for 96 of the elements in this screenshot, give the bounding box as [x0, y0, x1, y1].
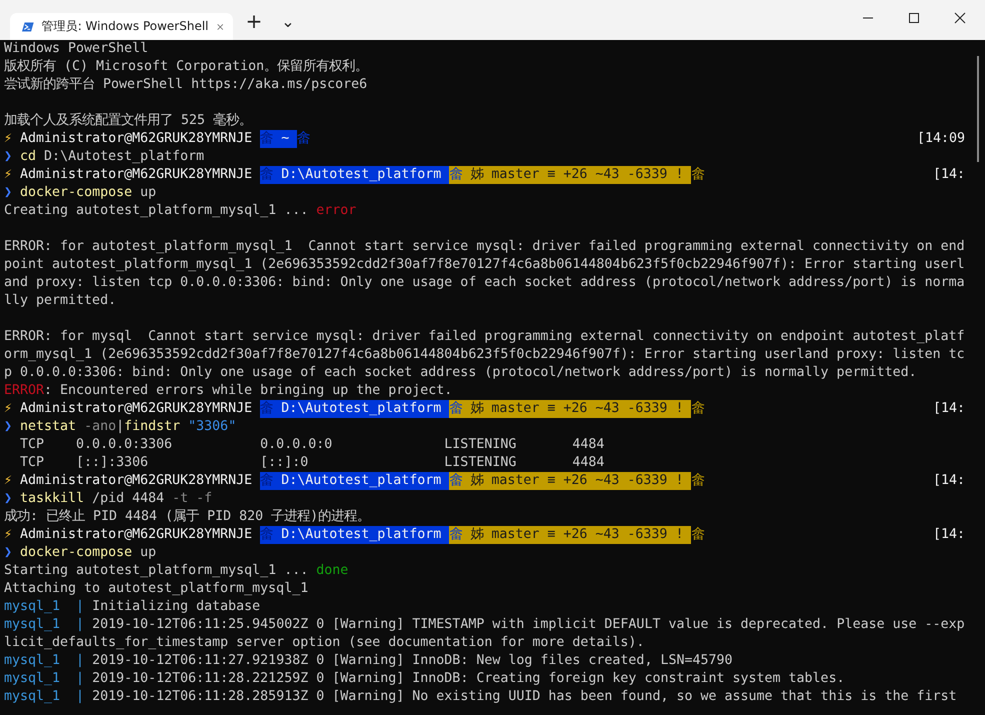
separator-glyph: 畲	[449, 526, 462, 544]
user-host-text: Administrator@M62GRUK28YMRNJE	[19, 166, 254, 184]
separator-glyph: 畲	[297, 130, 310, 148]
output-text: point autotest_platform_mysql_1 (2e696353592cdd2f30af7f8e70127f4c6a8b06144804b623f5f0cb22946f907f): Error starting userl	[4, 256, 965, 274]
command-text: taskkill	[19, 490, 84, 508]
status-text: done	[316, 562, 348, 580]
user-host-text: Administrator@M62GRUK28YMRNJE	[19, 130, 254, 148]
output-text: 加载个人及系统配置文件用了 525 毫秒。	[4, 112, 252, 130]
output-text: D:\Autotest_platform	[43, 148, 204, 166]
path-segment: D:\Autotest_platform	[273, 400, 450, 418]
output-text: licit_defaults_for_timestamp server option (see documentation for more details).	[4, 634, 644, 652]
separator-glyph: 畲	[449, 166, 462, 184]
git-segment: 姊 master ≡ +26 ~43 -6339 !	[462, 166, 692, 184]
separator-glyph: 畲	[260, 400, 274, 418]
separator-glyph: 畲	[691, 166, 704, 184]
path-segment: D:\Autotest_platform	[273, 526, 450, 544]
new-tab-button[interactable]: +	[237, 6, 271, 36]
argument-text: -ano	[83, 418, 116, 436]
separator-glyph: 畲	[260, 166, 274, 184]
service-label: mysql_1 |	[4, 616, 84, 634]
time-text: [14:09	[916, 130, 965, 148]
user-host-text: Administrator@M62GRUK28YMRNJE	[19, 400, 254, 418]
output-text: and proxy: listen tcp 0.0.0.0:3306: bind: Only one usage of each socket address (protocol/network address/port) is norma	[4, 274, 965, 292]
bolt-glyph: ⚡	[4, 166, 12, 184]
output-text: 尝试新的跨平台 PowerShell https://aka.ms/pscore6	[4, 76, 368, 94]
scrollbar-thumb[interactable]	[977, 56, 979, 162]
prompt-caret: ❯	[4, 490, 12, 508]
service-label: mysql_1 |	[4, 652, 84, 670]
output-text: 2019-10-12T06:11:28.221259Z 0 [Warning] InnoDB: Creating foreign key constraint system tables.	[91, 670, 845, 688]
prompt-caret: ❯	[4, 418, 12, 436]
command-text: findstr	[124, 418, 180, 436]
argument-text: -t -f	[171, 490, 212, 508]
output-text: /pid 4484	[91, 490, 164, 508]
output-text: ERROR: for mysql Cannot start service mysql: driver failed programming external connectivity on endpoint autotest_platf	[4, 328, 965, 346]
separator-glyph: 畲	[691, 526, 704, 544]
separator-glyph: 畲	[260, 130, 274, 148]
output-text: TCP [::]:3306 [::]:0 LISTENING 4484	[19, 454, 604, 472]
output-text: 成功: 已终止 PID 4484 (属于 PID 820 子进程)的进程。	[4, 508, 370, 526]
command-text: cd	[19, 148, 36, 166]
bolt-glyph: ⚡	[4, 400, 12, 418]
separator-glyph: 畲	[260, 526, 274, 544]
service-label: mysql_1 |	[4, 688, 84, 706]
output-text: 2019-10-12T06:11:27.921938Z 0 [Warning] InnoDB: New log files created, LSN=45790	[91, 652, 732, 670]
dropdown-button[interactable]: ⌄	[271, 6, 305, 36]
output-text: lly permitted.	[4, 292, 116, 310]
service-label: mysql_1 |	[4, 598, 84, 616]
window-tab[interactable]: 管理员: Windows PowerShell	[10, 13, 233, 40]
path-segment: D:\Autotest_platform	[273, 166, 450, 184]
command-text: netstat	[19, 418, 76, 436]
close-icon[interactable]	[954, 12, 966, 24]
bolt-glyph: ⚡	[4, 472, 12, 490]
string-text: "3306"	[187, 418, 236, 436]
output-text: 2019-10-12T06:11:25.945002Z 0 [Warning] TIMESTAMP with implicit DEFAULT value is deprecated. Please use --exp	[91, 616, 965, 634]
separator-glyph: 畲	[449, 400, 462, 418]
time-text: [14:	[932, 400, 965, 418]
output-text: Attaching to autotest_platform_mysql_1	[4, 580, 308, 598]
output-text: |	[116, 418, 124, 436]
output-text: 版权所有 (C) Microsoft Corporation。保留所有权利。	[4, 58, 368, 76]
output-text: Windows PowerShell	[4, 40, 148, 58]
terminal-icon	[22, 20, 34, 34]
separator-glyph: 畲	[691, 400, 704, 418]
output-text: : Encountered errors while bringing up the project.	[44, 382, 452, 400]
prompt-caret: ❯	[4, 544, 12, 562]
path-segment: ~	[273, 130, 298, 148]
output-text: orm_mysql_1 (2e696353592cdd2f30af7f8e70127f4c6a8b06144804b623f5f0cb22946f907f): Error starting userland proxy: listen tc	[4, 346, 965, 364]
output-text: Initializing database	[91, 598, 260, 616]
time-text: [14:	[932, 166, 965, 184]
user-host-text: Administrator@M62GRUK28YMRNJE	[19, 526, 254, 544]
error-text: error	[316, 202, 356, 220]
time-text: [14:	[932, 526, 965, 544]
output-text: Starting autotest_platform_mysql_1 ...	[4, 562, 310, 580]
output-text: p 0.0.0.0:3306: bind: Only one usage of each socket address (protocol/network address/port) is normally permitted.	[4, 364, 917, 382]
user-host-text: Administrator@M62GRUK28YMRNJE	[19, 472, 254, 490]
output-text: up	[139, 184, 156, 202]
error-text: ERROR	[4, 382, 44, 400]
git-segment: 姊 master ≡ +26 ~43 -6339 !	[462, 472, 692, 490]
maximize-icon[interactable]	[908, 12, 920, 24]
bolt-glyph: ⚡	[4, 130, 12, 148]
git-segment: 姊 master ≡ +26 ~43 -6339 !	[462, 526, 692, 544]
output-text: TCP 0.0.0.0:3306 0.0.0.0:0 LISTENING 4484	[19, 436, 604, 454]
time-text: [14:	[932, 472, 965, 490]
output-text: ERROR: for autotest_platform_mysql_1 Cannot start service mysql: driver failed programming external connectivity on end	[4, 238, 965, 256]
output-text: Creating autotest_platform_mysql_1 ...	[4, 202, 310, 220]
prompt-caret: ❯	[4, 148, 12, 166]
prompt-caret: ❯	[4, 184, 12, 202]
command-text: docker-compose	[19, 184, 132, 202]
separator-glyph: 畲	[260, 472, 274, 490]
git-segment: 姊 master ≡ +26 ~43 -6339 !	[462, 400, 692, 418]
output-text: up	[139, 544, 156, 562]
separator-glyph: 畲	[449, 472, 462, 490]
output-text: 2019-10-12T06:11:28.285913Z 0 [Warning] No existing UUID has been found, so we assume that this is the first	[91, 688, 957, 706]
command-text: docker-compose	[19, 544, 132, 562]
path-segment: D:\Autotest_platform	[273, 472, 450, 490]
separator-glyph: 畲	[691, 472, 704, 490]
service-label: mysql_1 |	[4, 670, 84, 688]
bolt-glyph: ⚡	[4, 526, 12, 544]
